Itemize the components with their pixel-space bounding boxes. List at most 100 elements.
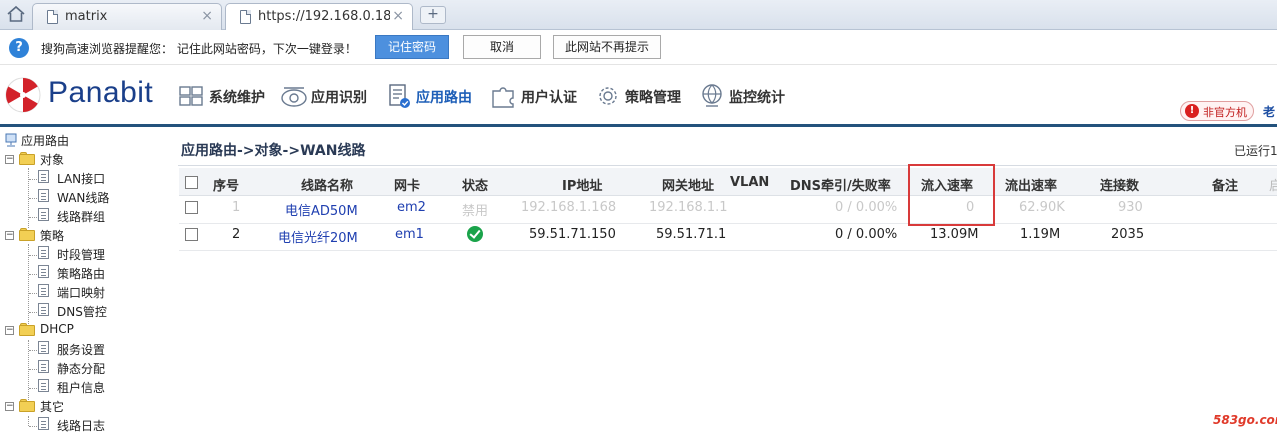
home-icon[interactable] <box>6 5 26 23</box>
tab-close-icon[interactable]: × <box>392 8 404 24</box>
sidebar-item-dns[interactable]: DNS管控 <box>57 303 107 322</box>
row-checkbox[interactable] <box>185 201 198 214</box>
col-extra: 启 <box>1269 179 1277 194</box>
warning-icon: ! <box>1185 104 1199 118</box>
tab-title: https://192.168.0.188/in <box>258 9 390 24</box>
sidebar-item-policy-route[interactable]: 策略路由 <box>57 265 105 284</box>
col-gateway: 网关地址 <box>662 179 715 194</box>
nav-label: 监控统计 <box>729 90 785 106</box>
tree-group-dhcp[interactable]: DHCP <box>40 322 74 341</box>
tree-group-policy[interactable]: 策略 <box>40 227 64 246</box>
folder-open-icon <box>19 323 37 336</box>
browser-tab-panabit[interactable]: https://192.168.0.188/in × <box>225 3 413 30</box>
col-dns: DNS牵引/失败率 <box>790 179 891 194</box>
row-outbound-rate: 1.19M <box>1020 227 1061 242</box>
eye-device-icon <box>281 87 307 107</box>
row-gateway: 59.51.71.1 <box>656 227 727 242</box>
badge-label: 非官方机 <box>1203 106 1247 119</box>
row-outbound-rate: 62.90K <box>1019 200 1065 215</box>
page-icon <box>38 303 49 316</box>
page-icon <box>38 417 49 430</box>
network-root-icon <box>5 133 17 147</box>
collapse-toggle[interactable]: − <box>5 231 14 240</box>
umbrella-logo-icon <box>5 77 41 113</box>
tree-group-objects[interactable]: 对象 <box>40 151 64 170</box>
row-nic-link[interactable]: em2 <box>397 200 426 215</box>
page-icon <box>240 10 251 24</box>
header-divider <box>0 124 1277 127</box>
runtime-status: 已运行1 <box>1234 144 1277 158</box>
sidebar-item-line-log[interactable]: 线路日志 <box>57 417 105 436</box>
grid-icon <box>179 86 203 106</box>
content-divider <box>178 165 1277 166</box>
tree-guide-line <box>28 416 29 426</box>
col-no: 序号 <box>213 179 240 194</box>
row-ip: 192.168.1.168 <box>521 200 617 215</box>
page-icon <box>38 379 49 392</box>
status-ok-icon <box>467 226 483 242</box>
page-icon <box>38 360 49 373</box>
col-status: 状态 <box>462 179 489 194</box>
tab-title: matrix <box>65 9 108 24</box>
tree-guide-line <box>28 340 29 400</box>
inbound-rate-highlight-box <box>908 164 995 226</box>
select-all-checkbox[interactable] <box>185 176 198 189</box>
folder-open-icon <box>19 399 37 412</box>
site-watermark: 583go.com <box>1213 413 1277 427</box>
row-nic-link[interactable]: em1 <box>395 227 424 242</box>
folder-open-icon <box>19 228 37 241</box>
unofficial-device-badge: ! 非官方机 <box>1180 101 1254 121</box>
collapse-toggle[interactable]: − <box>5 402 14 411</box>
nav-label: 系统维护 <box>209 90 265 106</box>
nav-label: 策略管理 <box>625 90 681 106</box>
row-line-name-link[interactable]: 电信光纤20M <box>278 227 358 246</box>
puzzle-icon <box>492 87 514 108</box>
row-connections: 930 <box>1118 200 1143 215</box>
cancel-button[interactable]: 取消 <box>463 35 541 59</box>
row-line-name-link[interactable]: 电信AD50M <box>285 200 358 219</box>
gear-icon <box>599 87 617 105</box>
tree-root-label[interactable]: 应用路由 <box>21 132 69 151</box>
sidebar-tree: 应用路由 − 对象 LAN接口 WAN线路 线路群组 − 策略 时段管理 策略路… <box>0 130 170 436</box>
row-checkbox[interactable] <box>185 228 198 241</box>
sidebar-item-lease[interactable]: 租户信息 <box>57 379 105 398</box>
notification-message: 搜狗高速浏览器提醒您： 记住此网站密码，下次一键登录！ <box>41 42 357 56</box>
page-icon <box>38 208 49 221</box>
col-ip: IP地址 <box>562 179 603 194</box>
page-icon <box>38 246 49 259</box>
collapse-toggle[interactable]: − <box>5 326 14 335</box>
col-outbound-rate: 流出速率 <box>1005 179 1058 194</box>
row-dns: 0 / 0.00% <box>835 200 898 215</box>
nav-label: 用户认证 <box>521 90 577 106</box>
password-notification-bar: ? 搜狗高速浏览器提醒您： 记住此网站密码，下次一键登录！ 记住密码 取消 此网… <box>0 31 1277 65</box>
row-dns: 0 / 0.00% <box>835 227 898 242</box>
browser-tab-strip: matrix × https://192.168.0.188/in × + <box>0 0 1277 30</box>
collapse-toggle[interactable]: − <box>5 155 14 164</box>
sidebar-item-time[interactable]: 时段管理 <box>57 246 105 265</box>
new-tab-button[interactable]: + <box>420 6 446 24</box>
nav-label: 应用识别 <box>311 90 367 106</box>
tab-close-icon[interactable]: × <box>201 8 213 24</box>
app-header: Panabit 系统维护 应用识别 应用路由 用户认证 策略管理 监控统计 ! … <box>0 66 1277 126</box>
nav-label: 应用路由 <box>416 90 472 106</box>
remember-password-button[interactable]: 记住密码 <box>375 35 449 59</box>
sidebar-item-wan[interactable]: WAN线路 <box>57 189 109 208</box>
sidebar-item-port-map[interactable]: 端口映射 <box>57 284 105 303</box>
sidebar-item-static[interactable]: 静态分配 <box>57 360 105 379</box>
tree-group-other[interactable]: 其它 <box>40 398 64 417</box>
col-line-name: 线路名称 <box>301 179 354 194</box>
globe-monitor-icon <box>702 84 722 107</box>
document-route-icon <box>389 84 410 108</box>
key-icon: ? <box>9 38 29 58</box>
sidebar-item-lan[interactable]: LAN接口 <box>57 170 105 189</box>
never-remind-button[interactable]: 此网站不再提示 <box>553 35 661 59</box>
row-status: 禁用 <box>462 204 489 219</box>
browser-tab-matrix[interactable]: matrix × <box>32 3 222 30</box>
page-icon <box>38 189 49 202</box>
user-link[interactable]: 老 <box>1263 103 1275 120</box>
row-gateway: 192.168.1.1 <box>649 200 728 215</box>
sidebar-item-service[interactable]: 服务设置 <box>57 341 105 360</box>
row-no: 1 <box>232 200 241 215</box>
page-icon <box>38 341 49 354</box>
sidebar-item-line-group[interactable]: 线路群组 <box>57 208 105 227</box>
